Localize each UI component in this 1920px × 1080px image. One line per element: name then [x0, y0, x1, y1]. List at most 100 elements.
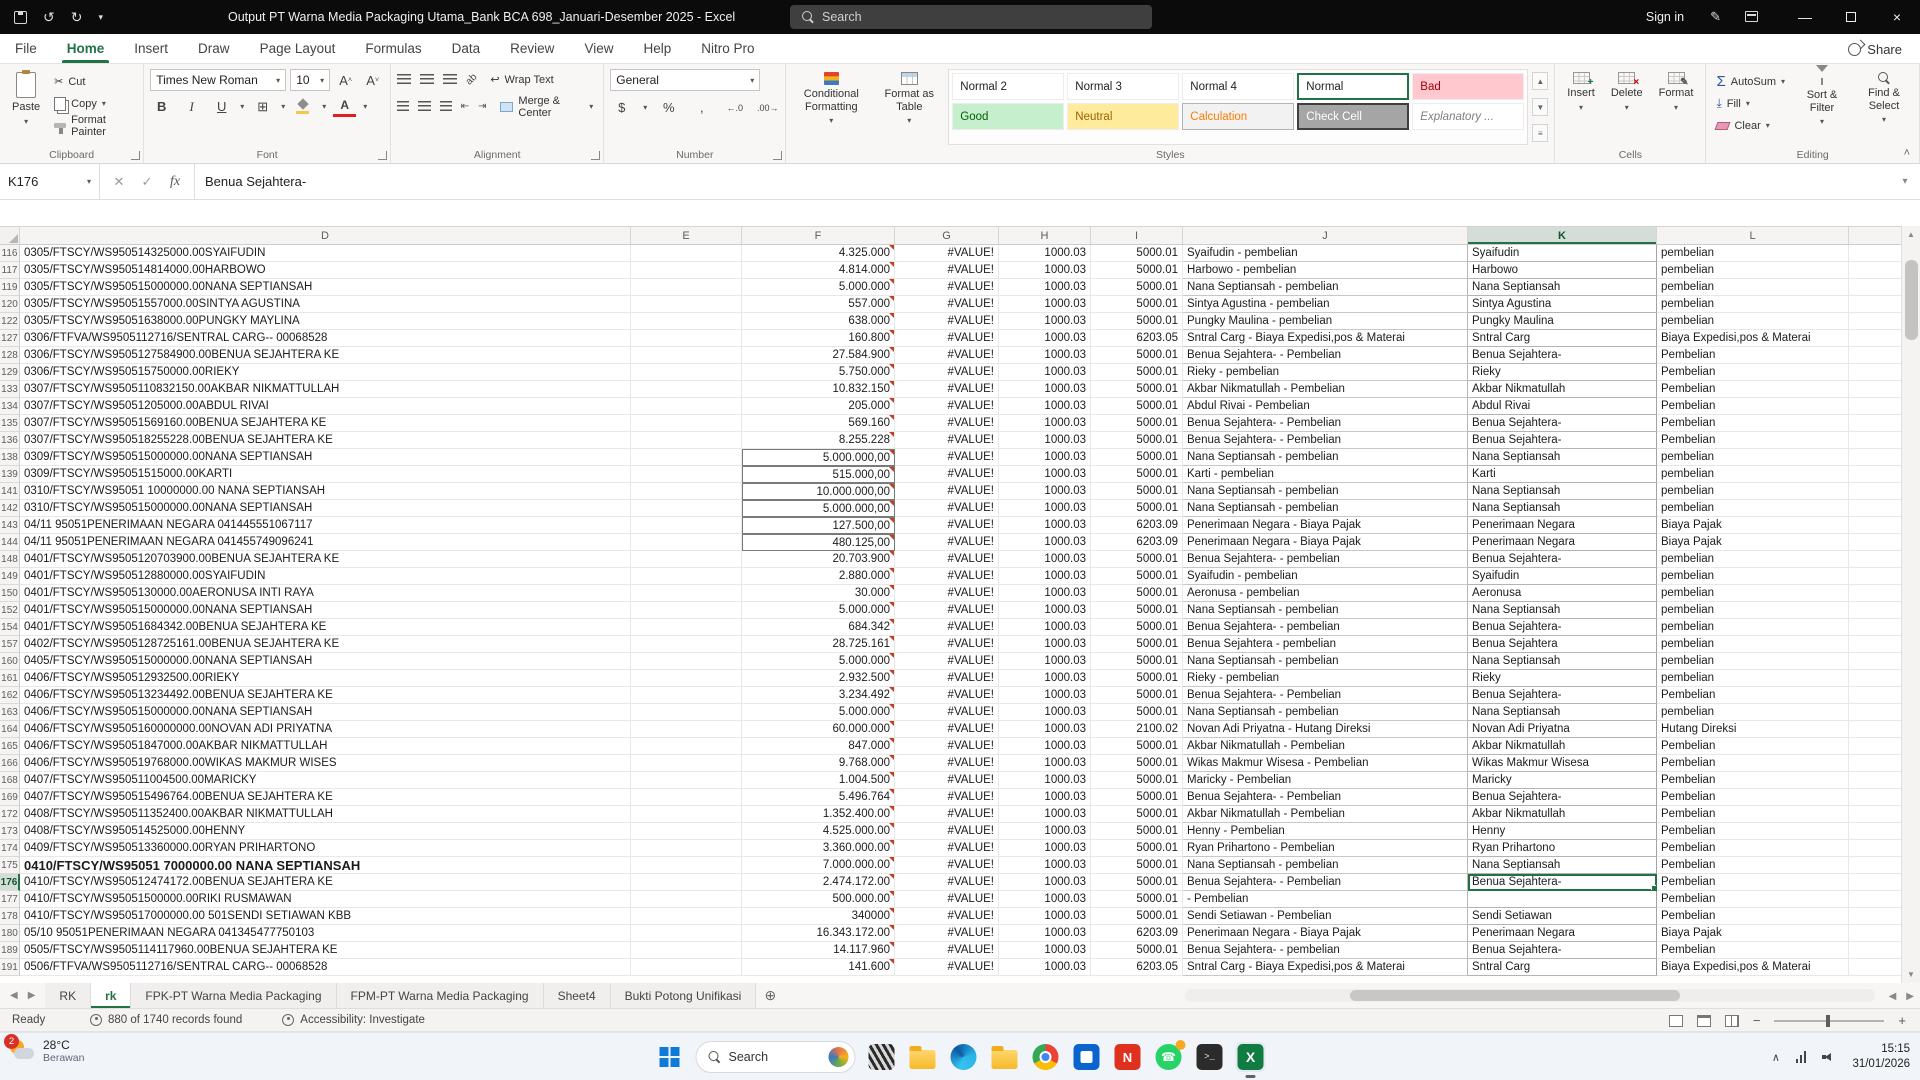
- row-header-144[interactable]: 144: [0, 534, 20, 551]
- cell-E138[interactable]: [631, 449, 742, 466]
- cell-E178[interactable]: [631, 908, 742, 925]
- weather-widget[interactable]: 2 28°C Berawan: [4, 1034, 84, 1064]
- cell-I149[interactable]: 5000.01: [1091, 568, 1183, 585]
- cell-I127[interactable]: 6203.05: [1091, 330, 1183, 347]
- cell-K154[interactable]: Benua Sejahtera-: [1468, 619, 1657, 636]
- cell-J172[interactable]: Akbar Nikmatullah - Pembelian: [1183, 806, 1468, 823]
- cell-G164[interactable]: #VALUE!: [895, 721, 999, 738]
- cell-G127[interactable]: #VALUE!: [895, 330, 999, 347]
- cell-H150[interactable]: 1000.03: [999, 585, 1091, 602]
- paste-button[interactable]: Paste ▾: [6, 69, 46, 145]
- cell-D141[interactable]: 0310/FTSCY/WS95051 10000000.00 NANA SEPT…: [20, 483, 631, 500]
- cell-F191[interactable]: 141.600: [742, 959, 895, 976]
- cell-H122[interactable]: 1000.03: [999, 313, 1091, 330]
- cell-H164[interactable]: 1000.03: [999, 721, 1091, 738]
- cell-K172[interactable]: Akbar Nikmatullah: [1468, 806, 1657, 823]
- cell-H144[interactable]: 1000.03: [999, 534, 1091, 551]
- name-box[interactable]: K176 ▾: [0, 164, 100, 199]
- zoom-out-icon[interactable]: −: [1753, 1013, 1761, 1028]
- row-header-166[interactable]: 166: [0, 755, 20, 772]
- column-header-D[interactable]: D: [20, 227, 631, 244]
- ribbon-tab-review[interactable]: Review: [495, 34, 569, 63]
- cell-L122[interactable]: pembelian: [1657, 313, 1849, 330]
- cell-K164[interactable]: Novan Adi Priyatna: [1468, 721, 1657, 738]
- cell-F176[interactable]: 2.474.172.00: [742, 874, 895, 891]
- cell-G175[interactable]: #VALUE!: [895, 857, 999, 874]
- cut-button[interactable]: ✂ Cut: [50, 71, 137, 92]
- cell-J138[interactable]: Nana Septiansah - pembelian: [1183, 449, 1468, 466]
- row-header-120[interactable]: 120: [0, 296, 20, 313]
- cell-G163[interactable]: #VALUE!: [895, 704, 999, 721]
- cell-K175[interactable]: Nana Septiansah: [1468, 857, 1657, 874]
- decrease-indent-icon[interactable]: ⇤: [461, 101, 469, 112]
- cell-F165[interactable]: 847.000: [742, 738, 895, 755]
- cell-J176[interactable]: Benua Sejahtera- - Pembelian: [1183, 874, 1468, 891]
- percent-style-icon[interactable]: %: [657, 97, 680, 118]
- row-header-161[interactable]: 161: [0, 670, 20, 687]
- cell-G166[interactable]: #VALUE!: [895, 755, 999, 772]
- cell-J119[interactable]: Nana Septiansah - pembelian: [1183, 279, 1468, 296]
- cell-E119[interactable]: [631, 279, 742, 296]
- cell-M128[interactable]: [1849, 347, 1901, 364]
- cell-E173[interactable]: [631, 823, 742, 840]
- align-center-icon[interactable]: [418, 101, 431, 112]
- zoom-in-icon[interactable]: +: [1898, 1013, 1906, 1028]
- cell-K120[interactable]: Sintya Agustina: [1468, 296, 1657, 313]
- format-painter-button[interactable]: Format Painter: [50, 114, 137, 138]
- new-sheet-button[interactable]: ⊕: [756, 983, 784, 1008]
- cell-J166[interactable]: Wikas Makmur Wisesa - Pembelian: [1183, 755, 1468, 772]
- cell-K141[interactable]: Nana Septiansah: [1468, 483, 1657, 500]
- cell-K139[interactable]: Karti: [1468, 466, 1657, 483]
- cell-D173[interactable]: 0408/FTSCY/WS950514525000.00HENNY: [20, 823, 631, 840]
- cell-M168[interactable]: [1849, 772, 1901, 789]
- cell-I142[interactable]: 5000.01: [1091, 500, 1183, 517]
- excel-app-icon[interactable]: X: [1235, 1042, 1266, 1078]
- sheet-tab-rk[interactable]: rk: [91, 983, 132, 1008]
- cell-K129[interactable]: Rieky: [1468, 364, 1657, 381]
- cell-M117[interactable]: [1849, 262, 1901, 279]
- row-header-152[interactable]: 152: [0, 602, 20, 619]
- cell-L136[interactable]: Pembelian: [1657, 432, 1849, 449]
- blue-app-icon[interactable]: [1072, 1042, 1102, 1072]
- font-color-icon[interactable]: A: [333, 96, 357, 117]
- cell-J164[interactable]: Novan Adi Priyatna - Hutang Direksi: [1183, 721, 1468, 738]
- cell-H134[interactable]: 1000.03: [999, 398, 1091, 415]
- cell-G141[interactable]: #VALUE!: [895, 483, 999, 500]
- cell-J177[interactable]: - Pembelian: [1183, 891, 1468, 908]
- cell-M119[interactable]: [1849, 279, 1901, 296]
- cell-I189[interactable]: 5000.01: [1091, 942, 1183, 959]
- cell-G136[interactable]: #VALUE!: [895, 432, 999, 449]
- cell-K176[interactable]: Benua Sejahtera-: [1468, 874, 1657, 891]
- column-header-K[interactable]: K: [1468, 227, 1657, 244]
- cell-L189[interactable]: Pembelian: [1657, 942, 1849, 959]
- cell-M176[interactable]: [1849, 874, 1901, 891]
- cell-F141[interactable]: 10.000.000,00: [742, 483, 895, 500]
- cell-K163[interactable]: Nana Septiansah: [1468, 704, 1657, 721]
- cell-E129[interactable]: [631, 364, 742, 381]
- cell-J152[interactable]: Nana Septiansah - pembelian: [1183, 602, 1468, 619]
- scroll-down-icon[interactable]: ▼: [1902, 966, 1920, 983]
- cell-I128[interactable]: 5000.01: [1091, 347, 1183, 364]
- cell-D154[interactable]: 0401/FTSCY/WS95051684342.00BENUA SEJAHTE…: [20, 619, 631, 636]
- cell-I173[interactable]: 5000.01: [1091, 823, 1183, 840]
- cell-F172[interactable]: 1.352.400.00: [742, 806, 895, 823]
- ribbon-tab-draw[interactable]: Draw: [183, 34, 245, 63]
- cell-G172[interactable]: #VALUE!: [895, 806, 999, 823]
- insert-function-icon[interactable]: fx: [162, 169, 188, 195]
- row-header-129[interactable]: 129: [0, 364, 20, 381]
- cell-D160[interactable]: 0405/FTSCY/WS950515000000.00NANA SEPTIAN…: [20, 653, 631, 670]
- cell-F136[interactable]: 8.255.228: [742, 432, 895, 449]
- row-header-141[interactable]: 141: [0, 483, 20, 500]
- cell-M162[interactable]: [1849, 687, 1901, 704]
- cell-I143[interactable]: 6203.09: [1091, 517, 1183, 534]
- cell-L144[interactable]: Biaya Pajak: [1657, 534, 1849, 551]
- align-left-icon[interactable]: [397, 101, 410, 112]
- vertical-scrollbar[interactable]: ▲ ▼: [1901, 226, 1920, 983]
- sheet-tab-fpm-pt-warna-media-packaging[interactable]: FPM-PT Warna Media Packaging: [336, 983, 544, 1008]
- cell-style-explanatory-[interactable]: Explanatory ...: [1412, 103, 1525, 130]
- cell-F173[interactable]: 4.525.000.00: [742, 823, 895, 840]
- cell-L177[interactable]: Pembelian: [1657, 891, 1849, 908]
- cell-F142[interactable]: 5.000.000,00: [742, 500, 895, 517]
- sheet-next-icon[interactable]: ▶: [28, 990, 36, 1001]
- cell-G178[interactable]: #VALUE!: [895, 908, 999, 925]
